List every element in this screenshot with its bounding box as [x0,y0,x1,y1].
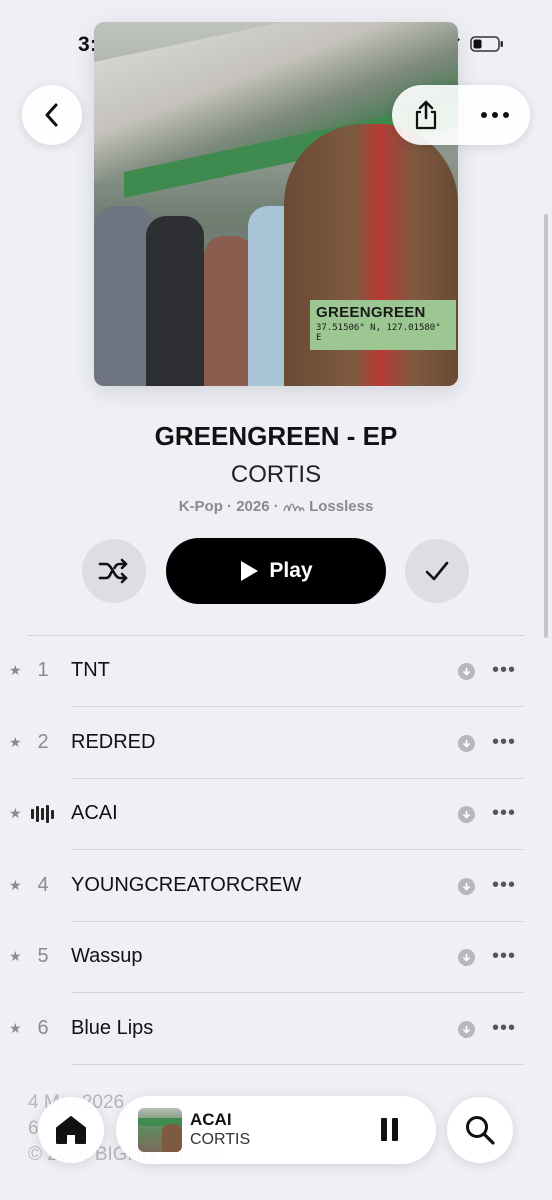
track-number: 4 [37,874,49,896]
track-row[interactable]: ★ 1 TNT ••• [0,636,552,707]
track-more-icon[interactable]: ••• [492,945,516,968]
home-icon [56,1116,86,1144]
battery-icon [470,36,503,52]
track-more-icon[interactable]: ••• [492,802,516,825]
scrollbar[interactable] [544,214,548,638]
track-row-now-playing[interactable]: ★ ACAI ••• [0,779,552,850]
cover-label-title: GREENGREEN [316,304,426,321]
share-icon[interactable] [412,99,440,131]
cover-label-coordinates: 37.51506° N, 127.01580° E [316,323,441,343]
lossless-label: Lossless [309,498,374,515]
more-icon[interactable] [480,111,510,119]
now-playing-bars-icon [31,805,54,823]
pause-icon[interactable] [381,1118,398,1141]
track-number: 1 [37,659,49,681]
track-row[interactable]: ★ 4 YOUNGCREATORCREW ••• [0,851,552,922]
star-icon: ★ [9,948,22,964]
play-button[interactable]: Play [166,538,386,604]
star-icon: ★ [9,1020,22,1036]
track-more-icon[interactable]: ••• [492,731,516,754]
track-row[interactable]: ★ 2 REDRED ••• [0,708,552,779]
share-more-pill [392,85,530,145]
star-icon: ★ [9,805,22,821]
play-button-label: Play [269,559,313,582]
home-tab-button[interactable] [38,1097,104,1163]
track-title: REDRED [71,731,156,753]
track-row[interactable]: ★ 6 Blue Lips ••• [0,994,552,1065]
chevron-left-icon [45,103,58,127]
play-icon [241,561,259,581]
album-genre-year: K-Pop · 2026 · [178,498,279,515]
track-number: 5 [37,945,49,967]
shuffle-button[interactable] [82,539,146,603]
track-title: Blue Lips [71,1017,154,1039]
track-more-icon[interactable]: ••• [492,1017,516,1040]
download-icon[interactable] [458,663,475,680]
now-playing-title: ACAI [190,1110,232,1129]
track-title: YOUNGCREATORCREW [71,874,302,896]
lossless-icon [283,503,305,512]
album-meta: K-Pop · 2026 · Lossless [0,498,552,515]
star-icon: ★ [9,877,22,893]
album-title: GREENGREEN - EP [154,421,398,451]
download-icon[interactable] [458,1021,475,1038]
track-more-icon[interactable]: ••• [492,659,516,682]
row-divider [71,1064,524,1065]
download-icon[interactable] [458,806,475,823]
track-title: ACAI [71,802,118,824]
track-number: 6 [37,1017,49,1039]
track-title: TNT [71,659,110,681]
added-to-library-button[interactable] [405,539,469,603]
download-icon[interactable] [458,878,475,895]
row-divider [71,849,524,850]
search-icon [466,1116,495,1145]
row-divider [71,992,524,993]
now-playing-artwork [138,1108,182,1152]
download-icon[interactable] [458,949,475,966]
back-button[interactable] [22,85,82,145]
star-icon: ★ [9,662,22,678]
track-more-icon[interactable]: ••• [492,874,516,897]
now-playing-artist: CORTIS [190,1131,251,1148]
shuffle-icon [98,558,128,584]
track-title: Wassup [71,945,143,967]
star-icon: ★ [9,734,22,750]
download-icon[interactable] [458,735,475,752]
track-number: 2 [37,731,49,753]
track-row[interactable]: ★ 5 Wassup ••• [0,922,552,993]
search-tab-button[interactable] [447,1097,513,1163]
album-artist[interactable]: CORTIS [0,461,552,489]
album-cover: GREENGREEN 37.51506° N, 127.01580° E [94,22,458,386]
checkmark-icon [425,561,449,581]
row-divider [71,706,524,707]
mini-player[interactable]: ACAI CORTIS [116,1096,436,1164]
